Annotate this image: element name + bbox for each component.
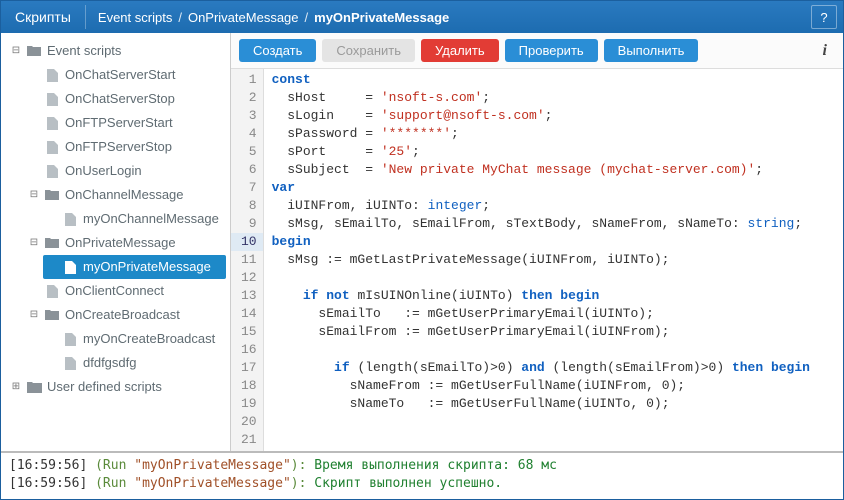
tree-folder-oncreatebroadcast[interactable]: ⊟ OnCreateBroadcast (25, 303, 226, 327)
code-editor[interactable]: 123456789101112131415161718192021 const … (231, 69, 843, 451)
file-icon (44, 69, 60, 82)
code-area[interactable]: const sHost = 'nsoft-s.com'; sLogin = 's… (264, 69, 843, 451)
file-icon (62, 357, 78, 370)
tree-label: OnChatServerStart (65, 64, 176, 86)
tree-label: myOnChannelMessage (83, 208, 219, 230)
tree-label: myOnCreateBroadcast (83, 328, 215, 350)
check-button[interactable]: Проверить (505, 39, 598, 62)
folder-open-icon (44, 237, 60, 249)
collapse-icon[interactable]: ⊟ (11, 40, 21, 62)
file-icon (44, 165, 60, 178)
tree-label: OnFTPServerStart (65, 112, 173, 134)
tree-label: OnChatServerStop (65, 88, 175, 110)
tree-item[interactable]: myOnCreateBroadcast (43, 327, 226, 351)
file-icon (62, 213, 78, 226)
tree-folder-onprivatemessage[interactable]: ⊟ OnPrivateMessage (25, 231, 226, 255)
titlebar: Скрипты Event scripts / OnPrivateMessage… (1, 1, 843, 33)
run-button[interactable]: Выполнить (604, 39, 699, 62)
folder-icon (26, 381, 42, 393)
delete-button[interactable]: Удалить (421, 39, 499, 62)
tree-item[interactable]: dfdfgsdfg (43, 351, 226, 375)
tree-item[interactable]: OnUserLogin (25, 159, 226, 183)
save-button: Сохранить (322, 39, 415, 62)
folder-open-icon (44, 189, 60, 201)
file-icon (62, 261, 78, 274)
tree-label: OnCreateBroadcast (65, 304, 180, 326)
tree-label: OnFTPServerStop (65, 136, 172, 158)
file-icon (44, 285, 60, 298)
tree-item[interactable]: OnFTPServerStop (25, 135, 226, 159)
breadcrumb-item[interactable]: Event scripts (98, 10, 172, 25)
sidebar: ⊟ Event scripts OnChatServerStart OnChat… (1, 33, 231, 451)
output-console[interactable]: [16:59:56] (Run "myOnPrivateMessage"): В… (1, 451, 843, 499)
tree-label: Event scripts (47, 40, 121, 62)
info-icon[interactable]: i (815, 42, 835, 60)
tree-label: User defined scripts (47, 376, 162, 398)
tree-label: OnPrivateMessage (65, 232, 176, 254)
tree-item[interactable]: myOnChannelMessage (43, 207, 226, 231)
tree-label: OnClientConnect (65, 280, 164, 302)
folder-open-icon (44, 309, 60, 321)
tree-label: OnUserLogin (65, 160, 142, 182)
app-title: Скрипты (1, 1, 85, 33)
folder-open-icon (26, 45, 42, 57)
tree-item[interactable]: OnClientConnect (25, 279, 226, 303)
tree-item[interactable]: OnChatServerStart (25, 63, 226, 87)
collapse-icon[interactable]: ⊟ (29, 232, 39, 254)
breadcrumb-sep: / (305, 10, 309, 25)
create-button[interactable]: Создать (239, 39, 316, 62)
tree-folder-user-defined[interactable]: ⊞ User defined scripts (7, 375, 226, 399)
tree-label: OnChannelMessage (65, 184, 184, 206)
tree-item-selected[interactable]: myOnPrivateMessage (43, 255, 226, 279)
file-icon (62, 333, 78, 346)
toolbar: Создать Сохранить Удалить Проверить Выпо… (231, 33, 843, 69)
script-tree: ⊟ Event scripts OnChatServerStart OnChat… (5, 39, 226, 399)
breadcrumb-current: myOnPrivateMessage (314, 10, 449, 25)
tree-label: dfdfgsdfg (83, 352, 137, 374)
breadcrumb: Event scripts / OnPrivateMessage / myOnP… (86, 1, 811, 33)
expand-icon[interactable]: ⊞ (11, 376, 21, 398)
tree-folder-event-scripts[interactable]: ⊟ Event scripts (7, 39, 226, 63)
file-icon (44, 93, 60, 106)
tree-folder-onchannelmessage[interactable]: ⊟ OnChannelMessage (25, 183, 226, 207)
tree-item[interactable]: OnChatServerStop (25, 87, 226, 111)
tree-item[interactable]: OnFTPServerStart (25, 111, 226, 135)
line-gutter: 123456789101112131415161718192021 (231, 69, 264, 451)
collapse-icon[interactable]: ⊟ (29, 304, 39, 326)
help-button[interactable]: ? (811, 5, 837, 29)
collapse-icon[interactable]: ⊟ (29, 184, 39, 206)
breadcrumb-sep: / (178, 10, 182, 25)
tree-label: myOnPrivateMessage (83, 256, 211, 278)
breadcrumb-item[interactable]: OnPrivateMessage (188, 10, 299, 25)
file-icon (44, 141, 60, 154)
file-icon (44, 117, 60, 130)
